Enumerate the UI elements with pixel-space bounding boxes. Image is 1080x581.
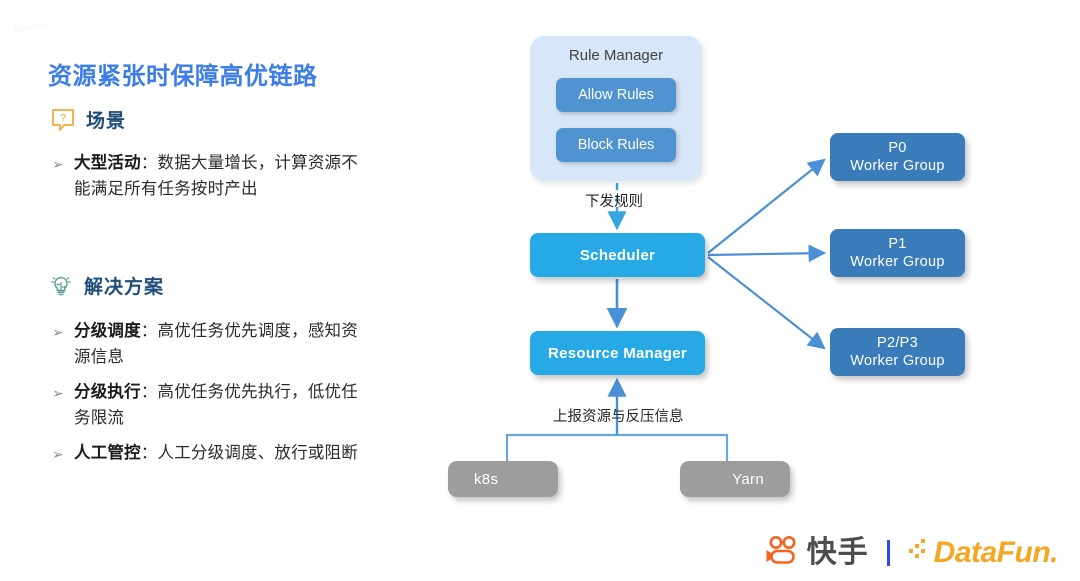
bullet-list-solution: ➢ 分级调度：高优任务优先调度，感知资源信息 ➢ 分级执行：高优任务优先执行，低… — [52, 318, 362, 476]
kuaishou-logo: 快手 — [765, 534, 869, 571]
bullet-body: 人工管控：人工分级调度、放行或阻断 — [74, 440, 358, 466]
bullet-marker-icon: ➢ — [52, 385, 64, 401]
section-heading-solution: 解决方案 — [48, 272, 164, 299]
bullet-body: 大型活动：数据大量增长，计算资源不能满足所有任务按时产出 — [74, 150, 362, 202]
kuaishou-wordmark: 快手 — [806, 535, 869, 569]
node-worker-group-p0[interactable]: P0 Worker Group — [830, 133, 965, 181]
list-item: ➢ 大型活动：数据大量增长，计算资源不能满足所有任务按时产出 — [52, 150, 362, 202]
section-label-solution: 解决方案 — [84, 277, 165, 298]
connector-scheduler-to-p1 — [707, 244, 827, 263]
bullet-strong: 人工管控 — [74, 444, 141, 462]
left-content-column: 资源紧张时保障高优链路 ? 场景 ➢ 大型活动：数据大量增长，计算资源不能满足所… — [0, 0, 430, 581]
bullet-separator: ： — [140, 383, 158, 401]
diagram-connectors — [505, 158, 827, 461]
list-item: ➢ 分级调度：高优任务优先调度，感知资源信息 — [52, 318, 362, 370]
bullet-rest: 人工分级调度、放行或阻断 — [157, 444, 358, 462]
section-label-scenario: 场景 — [86, 111, 127, 132]
worker-group-p1-line2: Worker Group — [850, 254, 945, 270]
rule-manager-panel: Rule Manager Allow Rules Block Rules — [530, 36, 702, 181]
worker-group-p0-label: P0 Worker Group — [850, 139, 944, 175]
node-k8s[interactable]: k8s — [448, 461, 558, 497]
worker-group-p0-line1: P0 — [888, 140, 907, 156]
architecture-diagram: Rule Manager Allow Rules Block Rules 下发规… — [430, 0, 1080, 520]
bullet-marker-icon: ➢ — [52, 156, 64, 172]
bullet-body: 分级执行：高优任务优先执行，低优任务限流 — [74, 379, 362, 431]
node-worker-group-p2p3[interactable]: P2/P3 Worker Group — [830, 328, 965, 376]
bullet-marker-icon: ➢ — [52, 324, 64, 340]
edge-label-push-rules: 下发规则 — [585, 194, 643, 210]
datafun-dots-icon — [908, 537, 934, 568]
bullet-list-scenario: ➢ 大型活动：数据大量增长，计算资源不能满足所有任务按时产出 — [52, 150, 362, 211]
datafun-wordmark: DataFun. — [933, 535, 1059, 569]
bullet-marker-icon: ➢ — [52, 446, 64, 462]
node-yarn[interactable]: Yarn — [680, 461, 790, 497]
worker-group-p2p3-label: P2/P3 Worker Group — [850, 334, 944, 370]
bullet-strong: 大型活动 — [74, 154, 141, 172]
worker-group-p1-label: P1 Worker Group — [850, 235, 944, 271]
connector-infra-bus — [505, 433, 729, 461]
bullet-separator: ： — [140, 154, 158, 172]
bullet-strong: 分级调度 — [74, 322, 141, 340]
question-bubble-icon: ? — [50, 107, 76, 133]
lightbulb-circuit-icon — [48, 273, 74, 299]
list-item: ➢ 人工管控：人工分级调度、放行或阻断 — [52, 440, 362, 467]
node-resource-manager[interactable]: Resource Manager — [530, 331, 705, 375]
node-scheduler[interactable]: Scheduler — [530, 233, 705, 277]
bullet-separator: ： — [140, 444, 158, 462]
svg-text:?: ? — [60, 112, 66, 124]
datafun-logo: DataFun. — [908, 535, 1059, 569]
allow-rules-chip[interactable]: Allow Rules — [556, 78, 676, 112]
page-title: 资源紧张时保障高优链路 — [48, 63, 318, 90]
worker-group-p2p3-line2: Worker Group — [850, 353, 945, 369]
section-heading-scenario: ? 场景 — [50, 106, 126, 133]
footer-divider — [886, 539, 890, 566]
worker-group-p0-line2: Worker Group — [850, 158, 945, 174]
rule-manager-title: Rule Manager — [568, 47, 664, 64]
worker-group-p2p3-line1: P2/P3 — [876, 335, 918, 351]
list-item: ➢ 分级执行：高优任务优先执行，低优任务限流 — [52, 379, 362, 431]
connector-scheduler-to-p23 — [707, 256, 826, 350]
kuaishou-mark-icon — [765, 534, 801, 571]
connector-scheduler-to-p0 — [707, 158, 826, 254]
bullet-separator: ： — [140, 322, 158, 340]
node-worker-group-p1[interactable]: P1 Worker Group — [830, 229, 965, 277]
edge-label-report-resources: 上报资源与反压信息 — [553, 409, 684, 425]
footer-logos: 快手 DataFun. — [765, 534, 1059, 571]
block-rules-chip[interactable]: Block Rules — [556, 128, 676, 162]
bullet-body: 分级调度：高优任务优先调度，感知资源信息 — [74, 318, 362, 370]
worker-group-p1-line1: P1 — [888, 236, 907, 252]
bullet-strong: 分级执行 — [74, 383, 141, 401]
